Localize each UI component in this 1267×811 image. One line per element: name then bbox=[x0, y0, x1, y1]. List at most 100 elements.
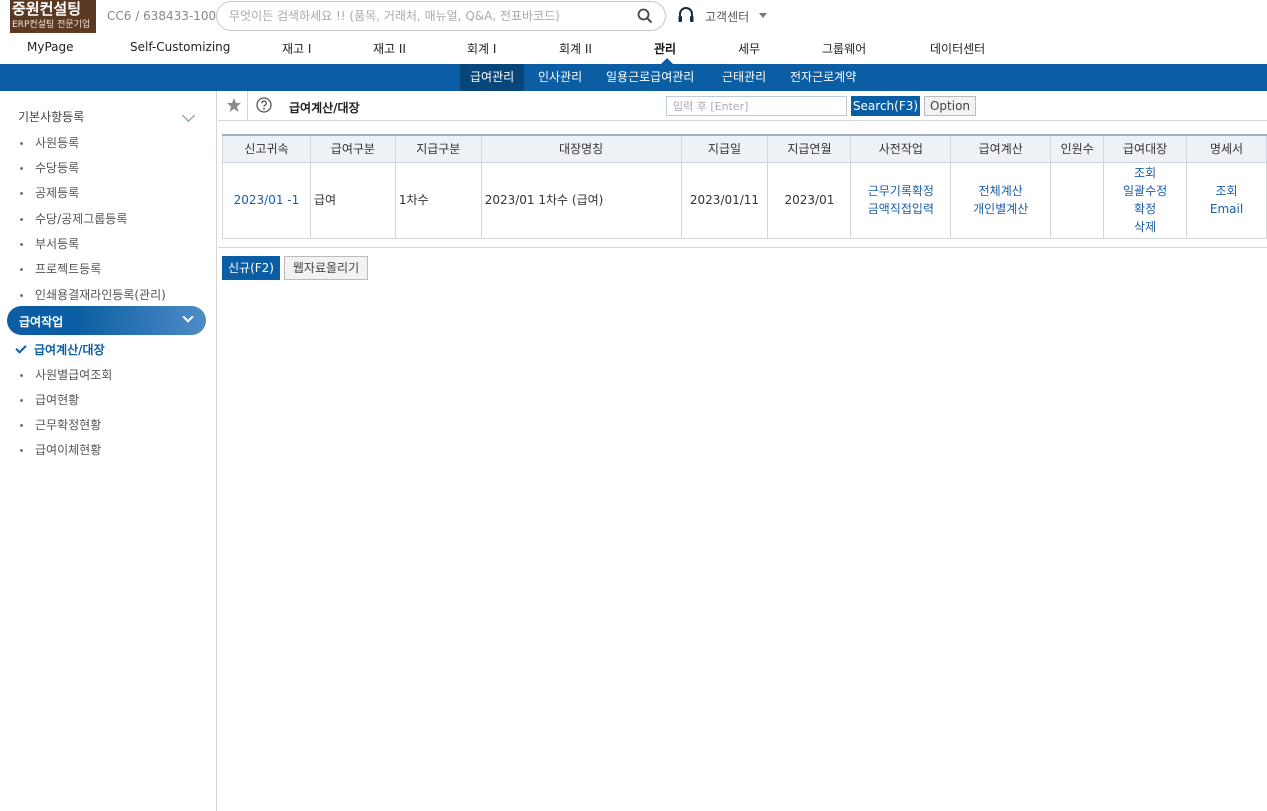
search-icon[interactable] bbox=[637, 8, 653, 24]
page-toolbar: 급여계산/대장 Search(F3) Option bbox=[218, 91, 1267, 121]
column-header[interactable]: 급여계산 bbox=[950, 134, 1052, 163]
statement-cell: 조회 Email bbox=[1186, 161, 1267, 239]
pay-date-cell: 2023/01/11 bbox=[680, 161, 769, 239]
menu-groupware[interactable]: 그룹웨어 bbox=[822, 40, 866, 57]
calc-cell: 전체계산 개인별계산 bbox=[950, 161, 1052, 239]
payroll-table: 신고귀속 급여구분 지급구분 대장명칭 지급일 지급연월 사전작업 급여계산 인… bbox=[222, 134, 1267, 239]
star-icon[interactable] bbox=[226, 97, 242, 113]
quick-search-input[interactable] bbox=[666, 96, 847, 116]
column-header[interactable]: 신고귀속 bbox=[222, 134, 311, 163]
sidebar-item-transfer-status[interactable]: 급여이체현황 bbox=[20, 441, 101, 458]
column-header[interactable]: 지급구분 bbox=[394, 134, 482, 163]
chevron-down-icon[interactable] bbox=[759, 13, 767, 18]
chevron-down-icon bbox=[182, 311, 194, 323]
chevron-down-icon[interactable] bbox=[182, 109, 195, 122]
bullet-icon bbox=[20, 142, 23, 145]
sidebar-item-allowance[interactable]: 수당등록 bbox=[20, 159, 79, 176]
sidebar: 기본사항등록 사원등록 수당등록 공제등록 수당/공제그룹등록 부서등록 프로젝… bbox=[0, 91, 217, 811]
pre-work-cell: 근무기록확정 금액직접입력 bbox=[850, 161, 952, 239]
bullet-icon bbox=[20, 192, 23, 195]
main-content: 급여계산/대장 Search(F3) Option 신고귀속 급여구분 지급구분… bbox=[218, 91, 1267, 811]
web-upload-button[interactable]: 웹자료올리기 bbox=[284, 256, 368, 280]
submenu-attendance[interactable]: 근태관리 bbox=[712, 64, 776, 91]
bullet-icon bbox=[20, 424, 23, 427]
menu-inventory-1[interactable]: 재고 I bbox=[282, 40, 311, 57]
confirm-link[interactable]: 확정 bbox=[1104, 200, 1186, 218]
sidebar-item-project[interactable]: 프로젝트등록 bbox=[20, 260, 101, 277]
delete-link[interactable]: 삭제 bbox=[1104, 218, 1186, 236]
calc-individual-link[interactable]: 개인별계산 bbox=[951, 200, 1050, 218]
table-row: 2023/01 -1 급여 1차수 2023/01 1차수 (급여) 2023/… bbox=[222, 161, 1267, 239]
statement-view-link[interactable]: 조회 bbox=[1187, 182, 1266, 200]
column-header[interactable]: 대장명칭 bbox=[480, 134, 682, 163]
headset-icon[interactable] bbox=[677, 6, 695, 24]
bulk-edit-link[interactable]: 일괄수정 bbox=[1104, 182, 1186, 200]
direct-amount-input-link[interactable]: 금액직접입력 bbox=[851, 200, 950, 218]
divider bbox=[247, 91, 248, 121]
global-search-input[interactable] bbox=[229, 7, 629, 25]
menu-accounting-2[interactable]: 회계 II bbox=[559, 40, 592, 57]
submenu-payroll[interactable]: 급여관리 bbox=[460, 64, 525, 91]
logo-subtitle: ERP컨설팅 전문기업 bbox=[12, 20, 91, 30]
menu-inventory-2[interactable]: 재고 II bbox=[373, 40, 406, 57]
ledger-cell: 조회 일괄수정 확정 삭제 bbox=[1103, 161, 1188, 239]
ledger-view-link[interactable]: 조회 bbox=[1104, 164, 1186, 182]
column-header[interactable]: 사전작업 bbox=[850, 134, 952, 163]
divider bbox=[218, 247, 1267, 248]
top-bar: 중원컨설팅 ERP컨설팅 전문기업 CC6 / 638433-100 고객센터 bbox=[0, 0, 1267, 34]
menu-self-customizing[interactable]: Self-Customizing bbox=[130, 40, 230, 54]
pay-type-cell: 급여 bbox=[309, 161, 396, 239]
sidebar-section-basic[interactable]: 기본사항등록 bbox=[18, 108, 84, 125]
bullet-icon bbox=[20, 243, 23, 246]
report-period-cell: 2023/01 -1 bbox=[222, 161, 311, 239]
menu-tax[interactable]: 세무 bbox=[738, 40, 760, 57]
check-icon bbox=[15, 342, 27, 354]
report-period-link[interactable]: 2023/01 -1 bbox=[234, 193, 300, 207]
statement-email-link[interactable]: Email bbox=[1187, 200, 1266, 218]
sub-menu: 급여관리 인사관리 일용근로급여관리 근태관리 전자근로계약 bbox=[0, 64, 1267, 91]
menu-mypage[interactable]: MyPage bbox=[27, 40, 74, 54]
menu-data-center[interactable]: 데이터센터 bbox=[930, 40, 985, 57]
main-menu: MyPage Self-Customizing 재고 I 재고 II 회계 I … bbox=[0, 36, 1267, 64]
bullet-icon bbox=[20, 167, 23, 170]
column-header[interactable]: 급여구분 bbox=[309, 134, 396, 163]
payment-type-cell: 1차수 bbox=[394, 161, 482, 239]
bullet-icon bbox=[20, 268, 23, 271]
calc-all-link[interactable]: 전체계산 bbox=[951, 182, 1050, 200]
sidebar-item-payroll-calc[interactable]: 급여계산/대장 bbox=[15, 341, 105, 358]
search-button[interactable]: Search(F3) bbox=[851, 96, 920, 116]
menu-management[interactable]: 관리 bbox=[654, 40, 676, 57]
help-icon[interactable] bbox=[256, 97, 272, 113]
sidebar-item-group[interactable]: 수당/공제그룹등록 bbox=[20, 210, 127, 227]
sidebar-item-employee-payroll[interactable]: 사원별급여조회 bbox=[20, 366, 112, 383]
sidebar-group-payroll-work[interactable]: 급여작업 bbox=[7, 306, 206, 335]
new-button[interactable]: 신규(F2) bbox=[222, 256, 280, 280]
submenu-hr[interactable]: 인사관리 bbox=[528, 64, 592, 91]
column-header[interactable]: 인원수 bbox=[1050, 134, 1105, 163]
menu-accounting-1[interactable]: 회계 I bbox=[467, 40, 496, 57]
work-record-confirm-link[interactable]: 근무기록확정 bbox=[851, 182, 950, 200]
column-header[interactable]: 지급일 bbox=[680, 134, 769, 163]
column-header[interactable]: 급여대장 bbox=[1103, 134, 1188, 163]
option-button[interactable]: Option bbox=[924, 96, 976, 116]
sidebar-item-work-confirm[interactable]: 근무확정현황 bbox=[20, 416, 101, 433]
sidebar-item-deduction[interactable]: 공제등록 bbox=[20, 184, 79, 201]
company-code: CC6 / 638433-100 bbox=[107, 9, 217, 23]
column-header[interactable]: 지급연월 bbox=[767, 134, 852, 163]
pay-month-cell: 2023/01 bbox=[767, 161, 852, 239]
global-search bbox=[216, 1, 666, 31]
company-logo[interactable]: 중원컨설팅 ERP컨설팅 전문기업 bbox=[10, 0, 96, 33]
column-header[interactable]: 명세서 bbox=[1186, 134, 1267, 163]
bullet-icon bbox=[20, 449, 23, 452]
bullet-icon bbox=[20, 218, 23, 221]
headcount-cell bbox=[1050, 161, 1105, 239]
sidebar-item-department[interactable]: 부서등록 bbox=[20, 235, 79, 252]
submenu-daily-payroll[interactable]: 일용근로급여관리 bbox=[596, 64, 704, 91]
bullet-icon bbox=[20, 294, 23, 297]
sidebar-item-approval-line[interactable]: 인쇄용결재라인등록(관리) bbox=[20, 286, 166, 303]
submenu-e-contract[interactable]: 전자근로계약 bbox=[780, 64, 866, 91]
sidebar-item-employee[interactable]: 사원등록 bbox=[20, 134, 79, 151]
sidebar-item-payroll-status[interactable]: 급여현황 bbox=[20, 391, 79, 408]
customer-center-link[interactable]: 고객센터 bbox=[705, 8, 749, 25]
page-title: 급여계산/대장 bbox=[289, 101, 360, 115]
